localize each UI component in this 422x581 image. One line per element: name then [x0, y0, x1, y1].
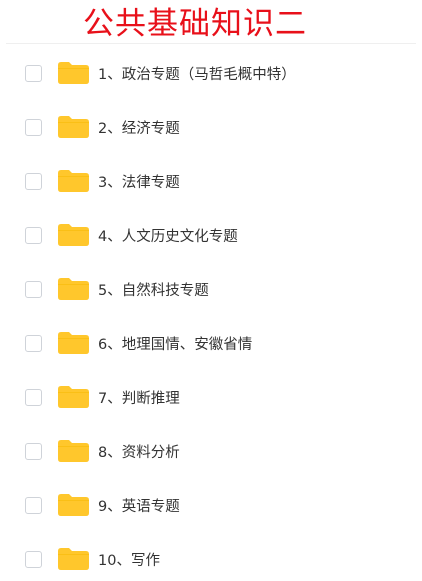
list-item[interactable]: 9、英语专题	[6, 478, 416, 532]
item-label[interactable]: 3、法律专题	[98, 171, 180, 192]
folder-icon	[58, 116, 89, 138]
list-item[interactable]: 6、地理国情、安徽省情	[6, 316, 416, 370]
item-label[interactable]: 10、写作	[98, 549, 160, 570]
folder-icon	[58, 170, 89, 192]
page-title: 公共基础知识二	[83, 6, 307, 42]
list-item[interactable]: 1、政治专题（马哲毛概中特）	[6, 46, 416, 100]
checkbox-icon[interactable]	[25, 496, 42, 514]
list-item[interactable]: 3、法律专题	[6, 154, 416, 208]
item-label[interactable]: 9、英语专题	[98, 495, 180, 516]
item-label[interactable]: 4、人文历史文化专题	[98, 225, 238, 246]
checkbox-icon[interactable]	[25, 64, 42, 82]
folder-icon	[58, 278, 89, 300]
item-label[interactable]: 6、地理国情、安徽省情	[98, 333, 252, 354]
folder-icon	[58, 224, 89, 246]
checkbox-icon[interactable]	[25, 334, 42, 352]
list-item[interactable]: 2、经济专题	[6, 100, 416, 154]
item-label[interactable]: 8、资料分析	[98, 441, 180, 462]
checkbox-icon[interactable]	[25, 550, 42, 568]
item-label[interactable]: 2、经济专题	[98, 117, 180, 138]
folder-icon	[58, 548, 89, 570]
list-item[interactable]: 7、判断推理	[6, 370, 416, 424]
checkbox-icon[interactable]	[25, 280, 42, 298]
checkbox-icon[interactable]	[25, 388, 42, 406]
page: 公共基础知识二 1、政治专题（马哲毛概中特） 2、经济专题 3、法律专题 4、人…	[0, 0, 422, 581]
checkbox-icon[interactable]	[25, 442, 42, 460]
checkbox-icon[interactable]	[25, 172, 42, 190]
list-item[interactable]: 8、资料分析	[6, 424, 416, 478]
folder-icon	[58, 494, 89, 516]
folder-list: 1、政治专题（马哲毛概中特） 2、经济专题 3、法律专题 4、人文历史文化专题	[6, 43, 416, 581]
item-label[interactable]: 7、判断推理	[98, 387, 180, 408]
checkbox-icon[interactable]	[25, 226, 42, 244]
folder-icon	[58, 386, 89, 408]
folder-icon	[58, 440, 89, 462]
checkbox-icon[interactable]	[25, 118, 42, 136]
item-label[interactable]: 1、政治专题（马哲毛概中特）	[98, 63, 296, 84]
item-label[interactable]: 5、自然科技专题	[98, 279, 209, 300]
list-item[interactable]: 10、写作	[6, 532, 416, 581]
list-item[interactable]: 5、自然科技专题	[6, 262, 416, 316]
list-item[interactable]: 4、人文历史文化专题	[6, 208, 416, 262]
folder-icon	[58, 62, 89, 84]
folder-icon	[58, 332, 89, 354]
